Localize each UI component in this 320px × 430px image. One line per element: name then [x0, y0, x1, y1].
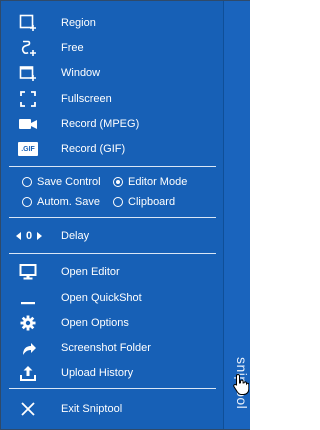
- sniptool-side-tab[interactable]: sniptool: [223, 1, 250, 429]
- menu-item-label: Record (MPEG): [61, 117, 140, 130]
- menu-item-label: Upload History: [61, 366, 134, 379]
- free-capture-icon: [18, 39, 38, 57]
- delay-stepper[interactable]: 0: [16, 223, 43, 248]
- fullscreen-icon: [18, 90, 38, 108]
- window-capture-icon: [18, 64, 38, 82]
- separator: [9, 217, 216, 218]
- radio-clipboard[interactable]: [113, 197, 123, 207]
- menu-item-open-editor[interactable]: Open Editor: [1, 259, 223, 284]
- menu-item-label: Exit Sniptool: [61, 402, 123, 415]
- separator: [9, 388, 216, 389]
- decrease-arrow-icon[interactable]: [16, 231, 21, 240]
- option-label: Autom. Save: [37, 196, 100, 208]
- menu-item-label: Window: [61, 66, 101, 79]
- radio-autom-save[interactable]: [22, 197, 32, 207]
- menu-item-exit[interactable]: Exit Sniptool: [1, 396, 223, 421]
- sniptool-window: Region Free Window Fullscreen Record (MP: [0, 0, 250, 430]
- gear-icon: [18, 314, 38, 332]
- menu-item-record-gif[interactable]: .GIF Record (GIF): [1, 136, 223, 161]
- minimize-icon: [18, 289, 38, 307]
- arrow-up-right-icon: [18, 339, 38, 357]
- gif-icon: .GIF: [18, 142, 38, 156]
- menu-item-upload-history[interactable]: Upload History: [1, 360, 223, 385]
- gif-icon-text: .GIF: [21, 145, 35, 153]
- separator: [9, 166, 216, 167]
- option-label: Clipboard: [128, 196, 176, 208]
- region-capture-icon: [18, 14, 38, 32]
- menu-item-label: Free: [61, 41, 84, 54]
- monitor-icon: [18, 263, 38, 281]
- menu-item-free[interactable]: Free: [1, 35, 223, 60]
- menu-item-label: Open Options: [61, 316, 129, 329]
- close-icon: [18, 400, 38, 418]
- menu-item-region[interactable]: Region: [1, 10, 223, 35]
- video-camera-icon: [18, 115, 38, 133]
- menu-item-fullscreen[interactable]: Fullscreen: [1, 86, 223, 111]
- option-autom-save[interactable]: Autom. Save: [22, 194, 100, 210]
- menu-item-record-mpeg[interactable]: Record (MPEG): [1, 111, 223, 136]
- menu-item-label: Region: [61, 16, 96, 29]
- menu-panel: Region Free Window Fullscreen Record (MP: [1, 1, 223, 429]
- menu-item-open-quickshot[interactable]: Open QuickShot: [1, 285, 223, 310]
- delay-label: Delay: [61, 229, 90, 242]
- delay-value: 0: [26, 229, 33, 242]
- menu-item-label: Fullscreen: [61, 92, 112, 105]
- menu-item-window[interactable]: Window: [1, 60, 223, 85]
- menu-item-open-options[interactable]: Open Options: [1, 310, 223, 335]
- menu-item-label: Record (GIF): [61, 142, 126, 155]
- radio-editor-mode[interactable]: [113, 177, 123, 187]
- option-editor-mode[interactable]: Editor Mode: [113, 174, 187, 190]
- upload-icon: [18, 364, 38, 382]
- menu-item-screenshot-folder[interactable]: Screenshot Folder: [1, 335, 223, 360]
- option-label: Editor Mode: [128, 176, 188, 188]
- increase-arrow-icon[interactable]: [37, 231, 43, 240]
- separator: [9, 253, 216, 254]
- option-save-control[interactable]: Save Control: [22, 174, 101, 190]
- option-clipboard[interactable]: Clipboard: [113, 194, 175, 210]
- hand-cursor-icon: [233, 373, 250, 400]
- menu-item-label: Open Editor: [61, 265, 120, 278]
- delay-row: 0 Delay: [1, 223, 223, 248]
- menu-item-label: Screenshot Folder: [61, 341, 151, 354]
- menu-item-label: Open QuickShot: [61, 291, 142, 304]
- radio-save-control[interactable]: [22, 177, 32, 187]
- option-label: Save Control: [37, 176, 101, 188]
